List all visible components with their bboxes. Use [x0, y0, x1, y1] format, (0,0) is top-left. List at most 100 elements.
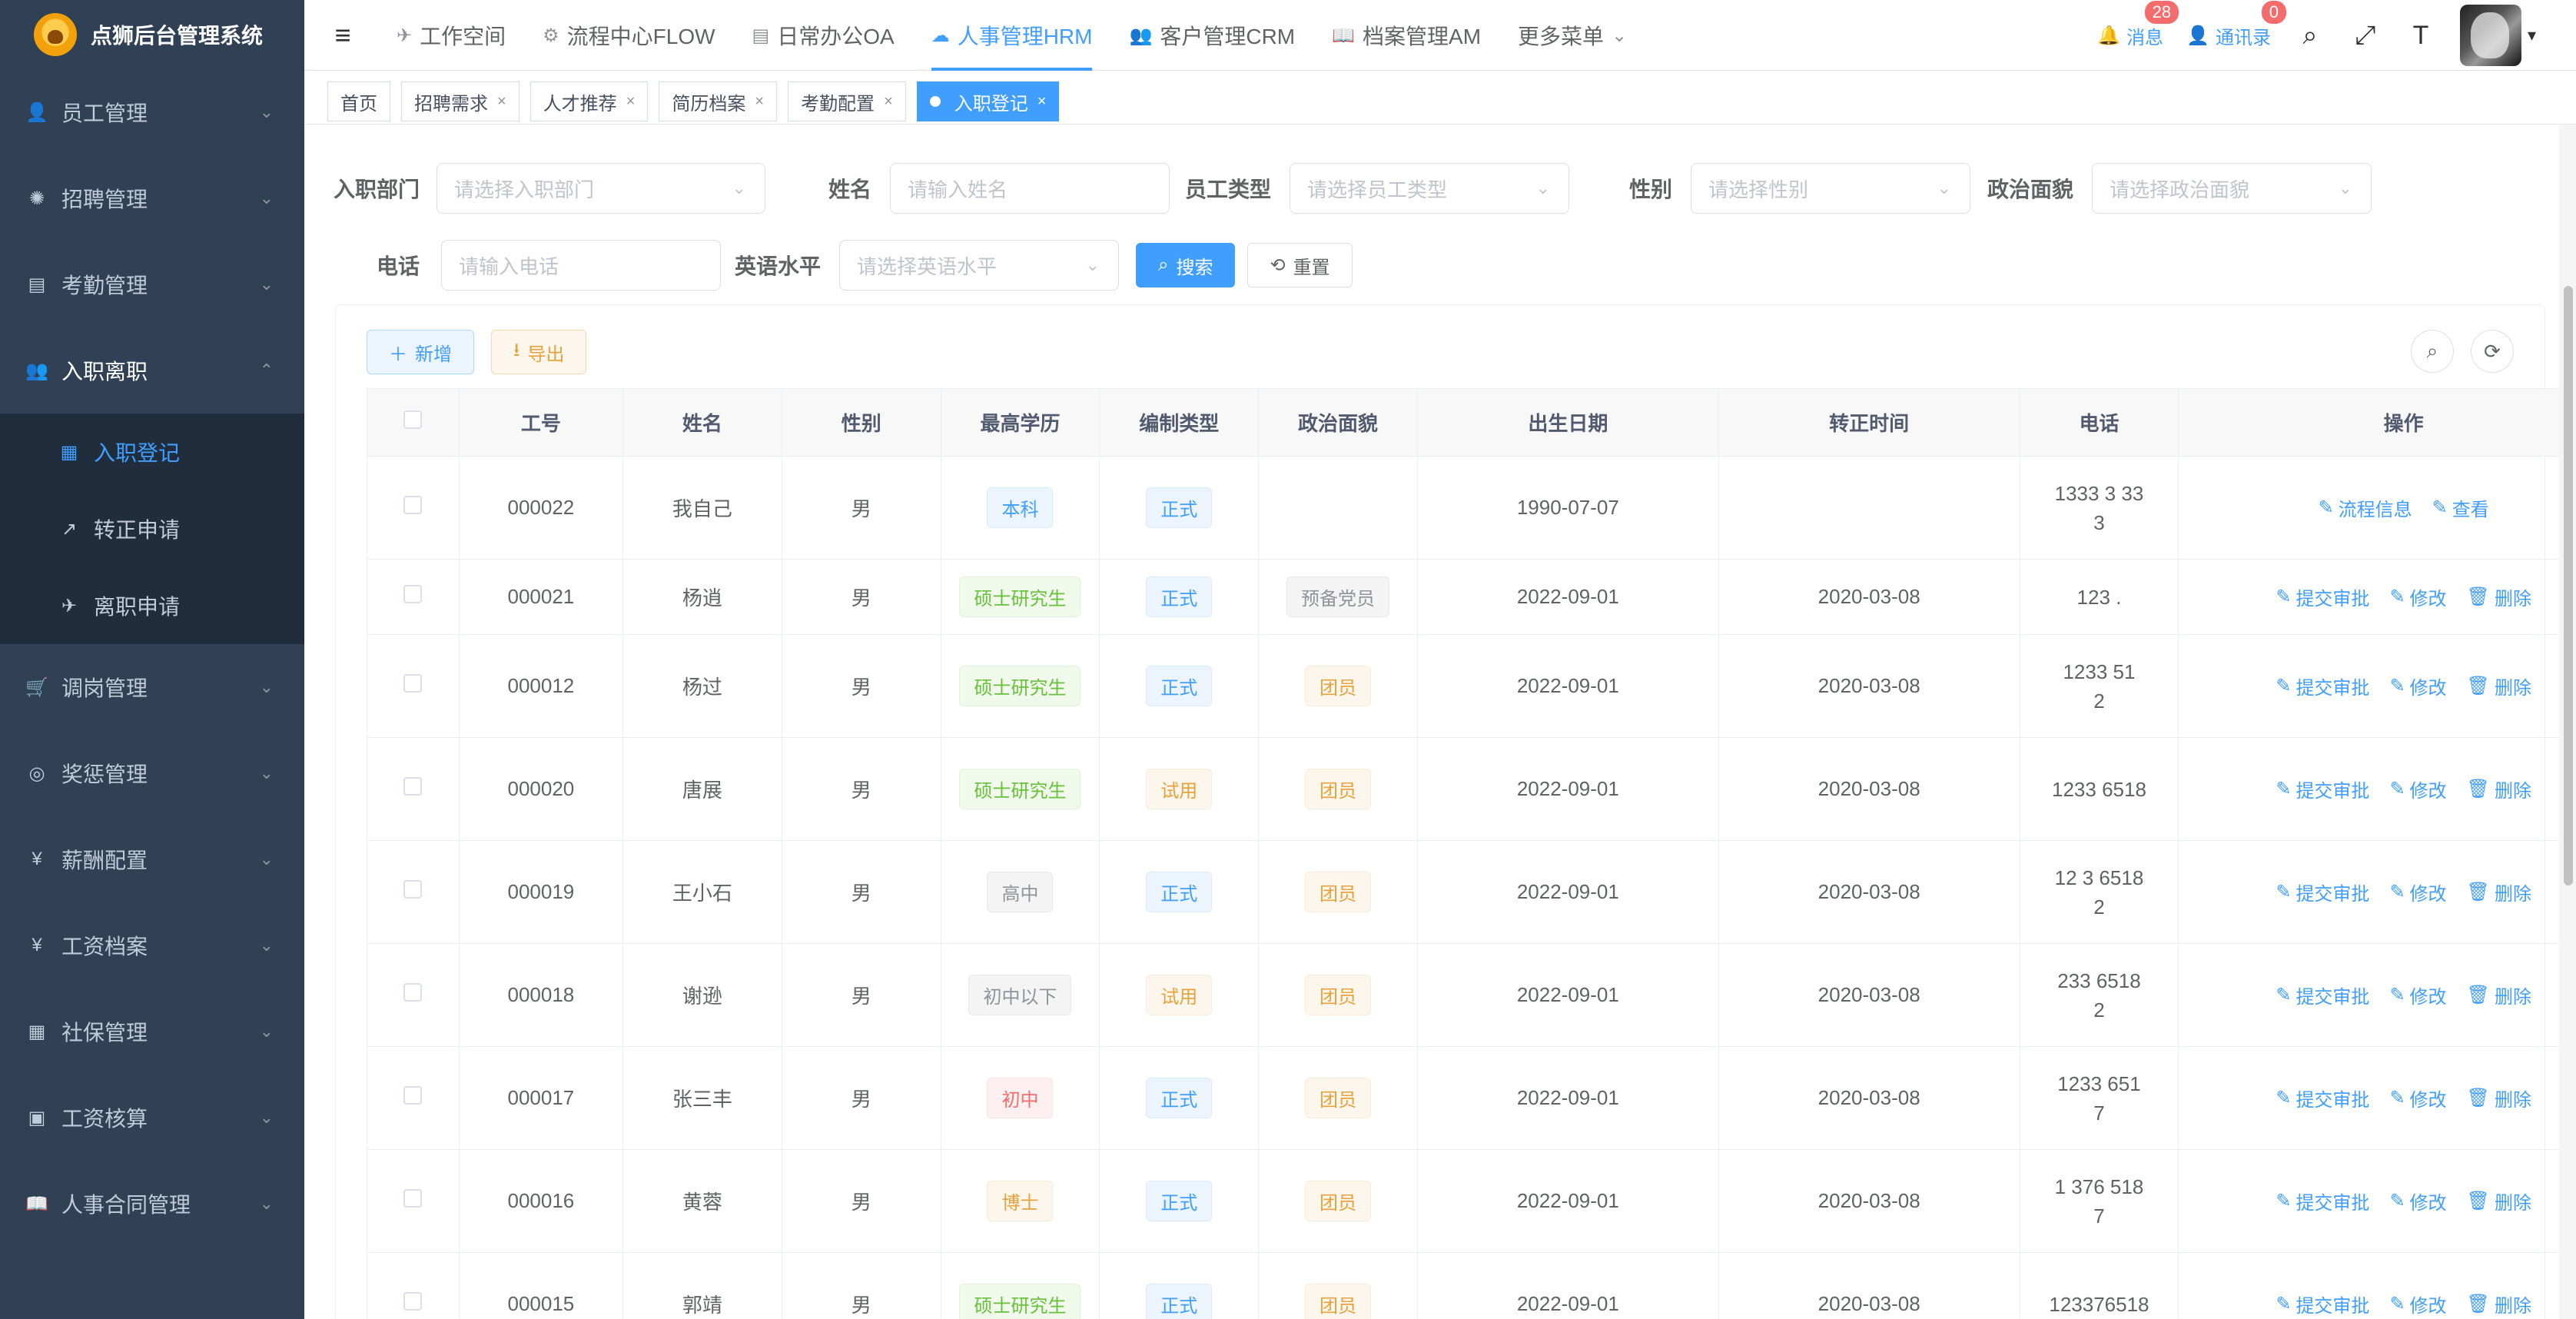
- sidebar-subitem-entry-register[interactable]: ▦ 入职登记: [0, 414, 304, 490]
- messages-link[interactable]: 🔔 消息 28: [2097, 0, 2181, 49]
- col-header-staff-type[interactable]: 编制类型: [1099, 388, 1260, 457]
- sidebar-item-transfer[interactable]: 🛒 调岗管理 ⌄: [0, 644, 304, 730]
- close-icon[interactable]: ×: [884, 93, 893, 111]
- politics-select[interactable]: 请选择政治面貌 ⌄: [2092, 163, 2372, 214]
- edit-link[interactable]: ✎ 修改: [2389, 1188, 2446, 1214]
- sidebar-item-recruit[interactable]: ✺ 招聘管理 ⌄: [0, 155, 304, 241]
- col-header-id[interactable]: 工号: [458, 388, 624, 457]
- submit-approval-link[interactable]: ✎ 提交审批: [2276, 879, 2369, 905]
- tag-entry-register[interactable]: 入职登记 ×: [916, 81, 1060, 121]
- col-header-phone[interactable]: 电话: [2019, 388, 2179, 457]
- row-checkbox[interactable]: [403, 585, 423, 603]
- delete-link[interactable]: 🗑 删除: [2467, 583, 2531, 610]
- close-icon[interactable]: ×: [626, 93, 636, 111]
- col-header-name[interactable]: 姓名: [622, 388, 782, 457]
- delete-link[interactable]: 🗑 删除: [2467, 673, 2531, 699]
- sidebar-item-salary-config[interactable]: ¥ 薪酬配置 ⌄: [0, 816, 304, 902]
- search-button[interactable]: ⌕ 搜索: [1136, 243, 1236, 287]
- name-input[interactable]: 请输入姓名: [890, 163, 1170, 214]
- topnav-oa[interactable]: ▤ 日常办公OA: [752, 0, 895, 71]
- edit-link[interactable]: ✎ 修改: [2389, 879, 2446, 905]
- sidebar-item-contract[interactable]: 📖 人事合同管理 ⌄: [0, 1161, 304, 1247]
- row-select-cell[interactable]: [367, 559, 460, 635]
- row-checkbox[interactable]: [403, 880, 423, 899]
- phone-input[interactable]: 请输入电话: [441, 240, 722, 291]
- submit-approval-link[interactable]: ✎ 提交审批: [2276, 583, 2369, 610]
- topnav-flow[interactable]: ⚙ 流程中心FLOW: [543, 0, 715, 71]
- process-info-link[interactable]: ✎ 流程信息: [2319, 494, 2412, 521]
- edit-link[interactable]: ✎ 修改: [2389, 1085, 2446, 1111]
- tag-recruit-demand[interactable]: 招聘需求 ×: [401, 81, 520, 121]
- staff-type-select[interactable]: 请选择员工类型 ⌄: [1290, 163, 1570, 214]
- reset-button[interactable]: ⟲ 重置: [1247, 243, 1353, 287]
- row-select-cell[interactable]: [367, 1252, 460, 1319]
- submit-approval-link[interactable]: ✎ 提交审批: [2276, 1188, 2369, 1214]
- close-icon[interactable]: ×: [497, 93, 506, 111]
- col-header-politics[interactable]: 政治面貌: [1258, 388, 1418, 457]
- search-toggle-icon[interactable]: ⌕: [2411, 330, 2454, 373]
- tag-resume[interactable]: 简历档案 ×: [659, 81, 778, 121]
- view-link[interactable]: ✎ 查看: [2432, 494, 2489, 521]
- row-select-cell[interactable]: [367, 840, 460, 944]
- topnav-workspace[interactable]: ✈ 工作空间: [397, 0, 506, 71]
- sidebar-item-onboarding[interactable]: 👥 入职离职 ⌃: [0, 327, 304, 414]
- hamburger-icon[interactable]: ≡: [329, 19, 357, 51]
- dept-select[interactable]: 请选择入职部门 ⌄: [437, 163, 766, 214]
- row-select-cell[interactable]: [367, 456, 460, 560]
- export-button[interactable]: ⭳ 导出: [491, 330, 587, 374]
- col-header-regular[interactable]: 转正时间: [1718, 388, 2020, 457]
- submit-approval-link[interactable]: ✎ 提交审批: [2276, 673, 2369, 699]
- row-select-cell[interactable]: [367, 943, 460, 1047]
- delete-link[interactable]: 🗑 删除: [2467, 982, 2531, 1008]
- row-checkbox[interactable]: [403, 1189, 423, 1208]
- english-select[interactable]: 请选择英语水平 ⌄: [839, 240, 1120, 291]
- tag-talent-recommend[interactable]: 人才推荐 ×: [529, 81, 649, 121]
- sidebar-subitem-probation[interactable]: ↗ 转正申请: [0, 490, 304, 567]
- row-checkbox[interactable]: [403, 1086, 423, 1105]
- edit-link[interactable]: ✎ 修改: [2389, 1291, 2446, 1317]
- topnav-hrm[interactable]: ☁ 人事管理HRM: [931, 0, 1092, 71]
- sidebar-item-reward[interactable]: ◎ 奖惩管理 ⌄: [0, 730, 304, 816]
- select-all-cell[interactable]: [367, 388, 460, 457]
- tag-home[interactable]: 首页: [327, 81, 390, 121]
- col-header-education[interactable]: 最高学历: [940, 388, 1100, 457]
- edit-link[interactable]: ✎ 修改: [2389, 982, 2446, 1008]
- topnav-crm[interactable]: 👥 客户管理CRM: [1129, 0, 1295, 71]
- add-button[interactable]: ＋ 新增: [367, 330, 474, 374]
- select-all-checkbox[interactable]: [403, 410, 423, 429]
- row-select-cell[interactable]: [367, 1046, 460, 1150]
- search-icon[interactable]: ⌕: [2294, 19, 2326, 51]
- close-icon[interactable]: ×: [755, 93, 764, 111]
- col-header-gender[interactable]: 性别: [781, 388, 941, 457]
- submit-approval-link[interactable]: ✎ 提交审批: [2276, 776, 2369, 802]
- tag-attendance-config[interactable]: 考勤配置 ×: [788, 81, 906, 121]
- refresh-icon[interactable]: ⟳: [2471, 330, 2514, 373]
- delete-link[interactable]: 🗑 删除: [2467, 1291, 2531, 1317]
- contacts-link[interactable]: 👤 通讯录 0: [2186, 0, 2288, 49]
- page-scrollbar[interactable]: [2559, 125, 2576, 1319]
- topnav-more[interactable]: 更多菜单 ⌄: [1518, 0, 1627, 71]
- close-icon[interactable]: ×: [1037, 93, 1047, 111]
- submit-approval-link[interactable]: ✎ 提交审批: [2276, 1085, 2369, 1111]
- topnav-am[interactable]: 📖 档案管理AM: [1332, 0, 1481, 71]
- scrollbar-thumb[interactable]: [2564, 286, 2573, 885]
- row-checkbox[interactable]: [403, 983, 423, 1002]
- delete-link[interactable]: 🗑 删除: [2467, 879, 2531, 905]
- sidebar-item-attendance[interactable]: ▤ 考勤管理 ⌄: [0, 241, 304, 327]
- row-checkbox[interactable]: [403, 777, 423, 796]
- row-checkbox[interactable]: [403, 1292, 423, 1311]
- gender-select[interactable]: 请选择性别 ⌄: [1691, 163, 1971, 214]
- col-header-ops[interactable]: 操作: [2178, 388, 2576, 457]
- submit-approval-link[interactable]: ✎ 提交审批: [2276, 1291, 2369, 1317]
- row-select-cell[interactable]: [367, 634, 460, 738]
- delete-link[interactable]: 🗑 删除: [2467, 776, 2531, 802]
- user-menu[interactable]: ▾: [2459, 5, 2536, 66]
- row-select-cell[interactable]: [367, 1149, 460, 1253]
- sidebar-item-employee[interactable]: 👤 员工管理 ⌄: [0, 69, 304, 155]
- submit-approval-link[interactable]: ✎ 提交审批: [2276, 982, 2369, 1008]
- sidebar-item-social-security[interactable]: ▦ 社保管理 ⌄: [0, 988, 304, 1075]
- sidebar-item-salary-archive[interactable]: ¥ 工资档案 ⌄: [0, 902, 304, 988]
- edit-link[interactable]: ✎ 修改: [2389, 673, 2446, 699]
- delete-link[interactable]: 🗑 删除: [2467, 1085, 2531, 1111]
- sidebar-subitem-resign[interactable]: ✈ 离职申请: [0, 567, 304, 644]
